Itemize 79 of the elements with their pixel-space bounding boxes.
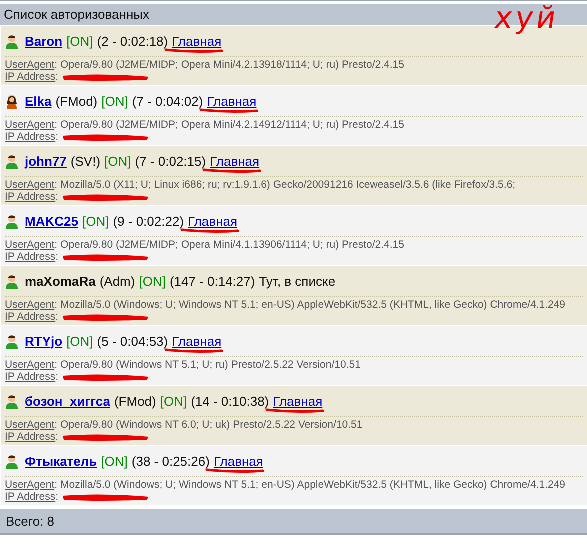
session-info: (5 - 0:04:53): [97, 334, 168, 348]
separator: :: [54, 179, 58, 191]
session-info: (2 - 0:02:18): [97, 34, 168, 48]
useragent-value: Opera/9.80 (J2ME/MIDP; Opera Mini/4.1.13906/1114; U; ru) Presto/2.4.15: [60, 239, 404, 251]
useragent-label[interactable]: UserAgent: [5, 239, 55, 251]
separator: :: [56, 431, 59, 443]
status-label: [ON]: [66, 334, 94, 348]
separator: :: [56, 251, 59, 263]
status-label: [ON]: [139, 274, 166, 288]
location-text: Тут, в списке: [259, 274, 336, 288]
useragent-value: Opera/9.80 (J2ME/MIDP; Opera Mini/4.2.13918/1114; U; ru) Presto/2.4.15: [60, 59, 404, 71]
user-name: maXomaRa: [25, 274, 96, 288]
separator: :: [56, 491, 59, 503]
ip-address-label[interactable]: IP Address: [5, 371, 56, 383]
separator: :: [54, 239, 58, 251]
location-link[interactable]: Главная: [172, 34, 222, 48]
session-info: (7 - 0:02:15): [135, 154, 206, 168]
useragent-value: Opera/9.80 (J2ME/MIDP; Opera Mini/4.2.14912/1114; U; ru) Presto/2.4.15: [60, 119, 404, 131]
total-count: Всего: 8: [6, 514, 55, 528]
ip-address-label[interactable]: IP Address: [5, 491, 56, 503]
user-link[interactable]: бозон_хиггса: [25, 394, 110, 408]
panel-title: Список авторизованных: [4, 7, 150, 22]
useragent-value: Mozilla/5.0 (Windows; U; Windows NT 5.1; en-US) AppleWebKit/532.5 (KHTML, like Gecko) Chrome/4.1.249: [60, 479, 566, 491]
useragent-label[interactable]: UserAgent: [5, 359, 55, 371]
status-label: [ON]: [160, 394, 188, 408]
separator: :: [56, 71, 59, 83]
status-label: [ON]: [104, 154, 132, 168]
user-link[interactable]: john77: [25, 154, 67, 168]
useragent-value: Opera/9.80 (Windows NT 5.1; U; ru) Presto/2.5.22 Version/10.51: [60, 359, 361, 371]
user-role: (SV!): [70, 154, 101, 168]
separator: :: [56, 191, 59, 203]
location-link[interactable]: Главная: [188, 214, 238, 228]
ip-address-label[interactable]: IP Address: [5, 131, 56, 143]
location-link[interactable]: Главная: [214, 454, 264, 468]
useragent-value: Mozilla/5.0 (Windows; U; Windows NT 5.1; en-US) AppleWebKit/532.5 (KHTML, like Gecko) Chrome/4.1.249: [60, 299, 566, 311]
user-link[interactable]: Elka: [25, 94, 52, 108]
status-label: [ON]: [82, 214, 110, 228]
ip-address-label[interactable]: IP Address: [5, 191, 56, 203]
separator: :: [54, 299, 58, 311]
ip-address-label[interactable]: IP Address: [5, 311, 56, 323]
user-role: (FMod): [56, 94, 98, 108]
location-link[interactable]: Главная: [273, 394, 323, 408]
separator: :: [54, 419, 58, 431]
session-info: (38 - 0:25:26): [132, 454, 210, 468]
separator: :: [54, 359, 58, 371]
ip-address-label[interactable]: IP Address: [5, 431, 56, 443]
user-link[interactable]: Фтыкатель: [25, 454, 98, 468]
session-info: (7 - 0:04:02): [132, 94, 204, 108]
status-label: [ON]: [102, 94, 128, 108]
separator: :: [54, 119, 58, 131]
handwritten-scribble: хуй: [492, 1, 562, 36]
location-link[interactable]: Главная: [210, 154, 260, 168]
ip-address-label[interactable]: IP Address: [5, 71, 56, 83]
user-link[interactable]: Baron: [25, 34, 63, 48]
separator: :: [54, 479, 58, 491]
status-label: [ON]: [101, 454, 128, 468]
user-link[interactable]: RTYjo: [25, 334, 63, 348]
session-info: (14 - 0:10:38): [191, 394, 270, 408]
session-info: (9 - 0:02:22): [113, 214, 184, 228]
useragent-label[interactable]: UserAgent: [5, 299, 55, 311]
useragent-label[interactable]: UserAgent: [5, 419, 55, 431]
ip-address-label[interactable]: IP Address: [5, 251, 56, 263]
session-info: (147 - 0:14:27): [170, 274, 256, 288]
useragent-label[interactable]: UserAgent: [5, 479, 55, 491]
separator: :: [56, 131, 59, 143]
location-link[interactable]: Главная: [172, 334, 222, 348]
useragent-label[interactable]: UserAgent: [5, 119, 55, 131]
separator: :: [56, 371, 59, 383]
user-link[interactable]: MAKC25: [25, 214, 78, 228]
separator: :: [54, 59, 58, 71]
useragent-label[interactable]: UserAgent: [5, 59, 55, 71]
useragent-value: Opera/9.80 (Windows NT 6.0; U; uk) Presto/2.5.22 Version/10.51: [60, 419, 363, 431]
status-label: [ON]: [66, 34, 94, 48]
user-role: (FMod): [114, 394, 156, 408]
location-link[interactable]: Главная: [207, 94, 257, 108]
useragent-label[interactable]: UserAgent: [5, 179, 55, 191]
user-role: (Adm): [100, 274, 136, 288]
useragent-value: Mozilla/5.0 (X11; U; Linux i686; ru; rv:1.9.1.6) Gecko/20091216 Iceweasel/3.5.6 (like Firefox/3.5.6;: [60, 179, 516, 191]
separator: :: [56, 311, 59, 323]
